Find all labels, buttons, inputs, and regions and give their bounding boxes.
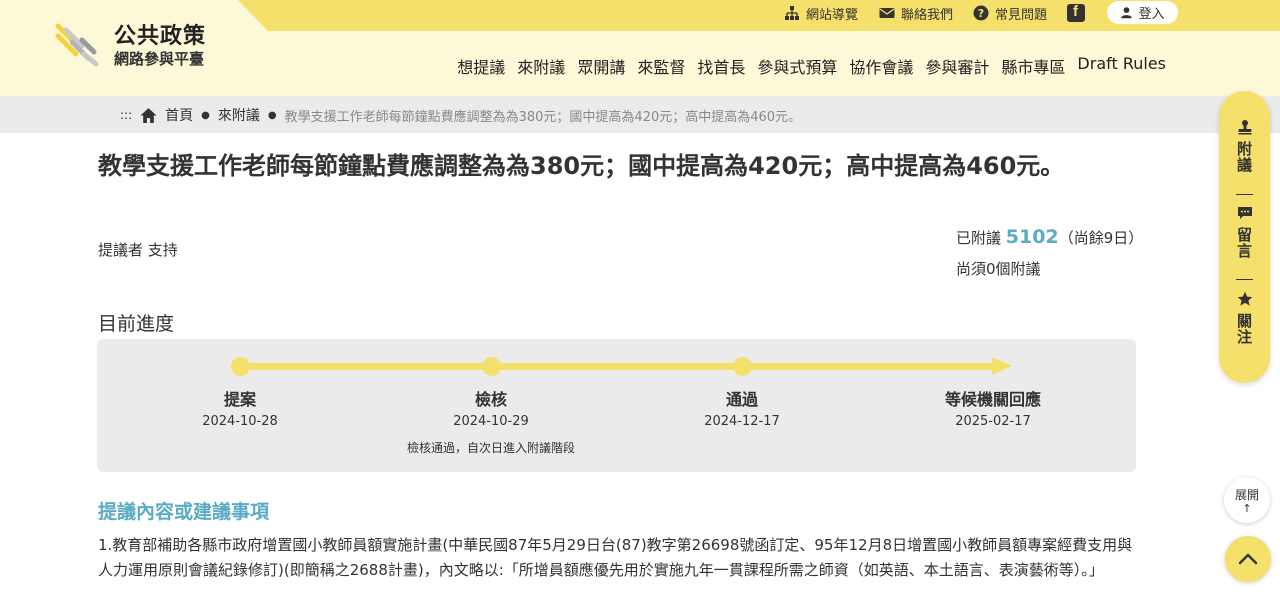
- timeline-node: [482, 357, 501, 376]
- side-divider: [1236, 194, 1253, 195]
- arrow-up-small-icon: ↑: [1242, 502, 1252, 515]
- expand-label: 展開: [1234, 488, 1259, 502]
- breadcrumb-accesskey[interactable]: :::: [120, 108, 132, 122]
- breadcrumb: ::: 首頁 ● 來附議 ● 教學支援工作老師每節鐘點費應調整為為380元；國中…: [120, 105, 801, 125]
- timeline-node: [231, 357, 250, 376]
- proposer-info: 提議者 支持: [98, 241, 178, 259]
- nav-item-audit[interactable]: 參與審計: [919, 54, 995, 78]
- page-title: 教學支援工作老師每節鐘點費應調整為為380元；國中提高為420元；高中提高為46…: [98, 152, 1065, 180]
- home-icon: [140, 107, 157, 123]
- follow-label: 關注: [1235, 313, 1253, 345]
- sitemap-icon: [785, 6, 799, 20]
- site-logo[interactable]: 公共政策 網路參與平臺: [54, 18, 224, 72]
- remaining-days: （尚餘9日）: [1058, 229, 1144, 247]
- timeline-node: [733, 357, 752, 376]
- stage-date: 2024-10-29: [453, 414, 529, 429]
- login-button[interactable]: 登入: [1107, 1, 1178, 24]
- stamp-icon: [1238, 120, 1251, 135]
- login-label: 登入: [1138, 7, 1165, 22]
- breadcrumb-home[interactable]: 首頁: [165, 105, 193, 125]
- stage-name: 檢核: [474, 390, 507, 409]
- back-to-top-button[interactable]: [1225, 536, 1271, 582]
- nav-item-counties[interactable]: 縣市專區: [995, 54, 1071, 78]
- nav-item-draft-rules[interactable]: Draft Rules: [1071, 54, 1172, 78]
- faq-link[interactable]: ? 常見問題: [973, 0, 1047, 26]
- stage-name: 等候機關回應: [944, 390, 1041, 409]
- stage-date: 2024-12-17: [704, 414, 780, 429]
- stage-note: 檢核通過，自次日進入附議階段: [406, 441, 575, 455]
- sign-label: 附議: [1235, 141, 1253, 173]
- stage-name: 提案: [223, 390, 256, 409]
- nav-item-leaders[interactable]: 找首長: [691, 54, 751, 78]
- stage-awaiting-response: 等候機關回應 2025-02-17: [893, 386, 1093, 429]
- contact-label: 聯絡我們: [901, 7, 954, 23]
- question-circle-icon: ?: [973, 5, 989, 21]
- breadcrumb-bar: ::: 首頁 ● 來附議 ● 教學支援工作老師每節鐘點費應調整為為380元；國中…: [0, 96, 1280, 133]
- stage-proposal: 提案 2024-10-28: [140, 386, 340, 429]
- nav-item-budget[interactable]: 參與式預算: [751, 54, 843, 78]
- comment-button[interactable]: 留言: [1219, 205, 1270, 259]
- main-nav: 想提議 來附議 眾開講 來監督 找首長 參與式預算 協作會議 參與審計 縣市專區…: [451, 54, 1172, 78]
- stage-passed: 通過 2024-12-17: [642, 386, 842, 429]
- site-header: 公共政策 網路參與平臺 網站導覽 聯絡我們 ? 常見問題 登入: [0, 0, 1280, 96]
- nav-item-second[interactable]: 來附議: [511, 54, 571, 78]
- proposal-body: 1.教育部補助各縣市政府增置國小教師員額實施計畫(中華民國87年5月29日台(8…: [98, 536, 1133, 579]
- side-divider: [1236, 279, 1253, 280]
- sitemap-label: 網站導覽: [806, 7, 859, 23]
- side-toolbar: 附議 留言 關注: [1219, 91, 1270, 383]
- signed-count: 5102: [1005, 226, 1059, 248]
- breadcrumb-separator: ●: [201, 109, 210, 121]
- comment-icon: [1237, 207, 1252, 219]
- nav-item-monitor[interactable]: 來監督: [631, 54, 691, 78]
- expand-button[interactable]: 展開 ↑: [1224, 477, 1270, 523]
- star-icon: [1237, 291, 1252, 306]
- site-title: 公共政策: [114, 24, 207, 49]
- stage-date: 2025-02-17: [955, 414, 1031, 429]
- signature-stats: 已附議 5102（尚餘9日） 尚須0個附議: [956, 226, 1143, 279]
- facebook-icon[interactable]: [1067, 3, 1085, 22]
- stage-name: 通過: [725, 390, 758, 409]
- timeline-arrow-icon: [992, 357, 1012, 375]
- signatures-needed: 尚須0個附議: [956, 260, 1041, 278]
- stage-review: 檢核 2024-10-29 檢核通過，自次日進入附議階段: [391, 386, 591, 456]
- breadcrumb-current: 教學支援工作老師每節鐘點費應調整為為380元；國中提高為420元；高中提高為46…: [284, 109, 802, 125]
- comment-label: 留言: [1235, 227, 1253, 259]
- chevron-up-icon: [1238, 553, 1258, 565]
- progress-heading: 目前進度: [98, 313, 175, 335]
- stage-date: 2024-10-28: [202, 414, 278, 429]
- sitemap-link[interactable]: 網站導覽: [784, 0, 858, 26]
- breadcrumb-section[interactable]: 來附議: [218, 105, 260, 125]
- breadcrumb-separator: ●: [267, 109, 277, 121]
- mail-icon: [879, 8, 895, 18]
- user-icon: [1121, 7, 1133, 19]
- nav-item-discuss[interactable]: 眾開講: [571, 54, 631, 78]
- follow-button[interactable]: 關注: [1219, 291, 1270, 345]
- signed-label: 已附議: [956, 229, 1002, 247]
- sign-button[interactable]: 附議: [1219, 119, 1270, 173]
- nav-item-propose[interactable]: 想提議: [451, 54, 511, 78]
- contact-link[interactable]: 聯絡我們: [879, 0, 953, 26]
- timeline-track: [240, 363, 1005, 370]
- nav-item-meetings[interactable]: 協作會議: [843, 54, 919, 78]
- faq-label: 常見問題: [995, 7, 1048, 23]
- progress-timeline: 提案 2024-10-28 檢核 2024-10-29 檢核通過，自次日進入附議…: [97, 339, 1136, 472]
- logo-mark-icon: [55, 23, 99, 67]
- content-heading: 提議內容或建議事項: [98, 501, 270, 523]
- site-subtitle: 網路參與平臺: [114, 50, 205, 68]
- svg-text:?: ?: [978, 7, 984, 20]
